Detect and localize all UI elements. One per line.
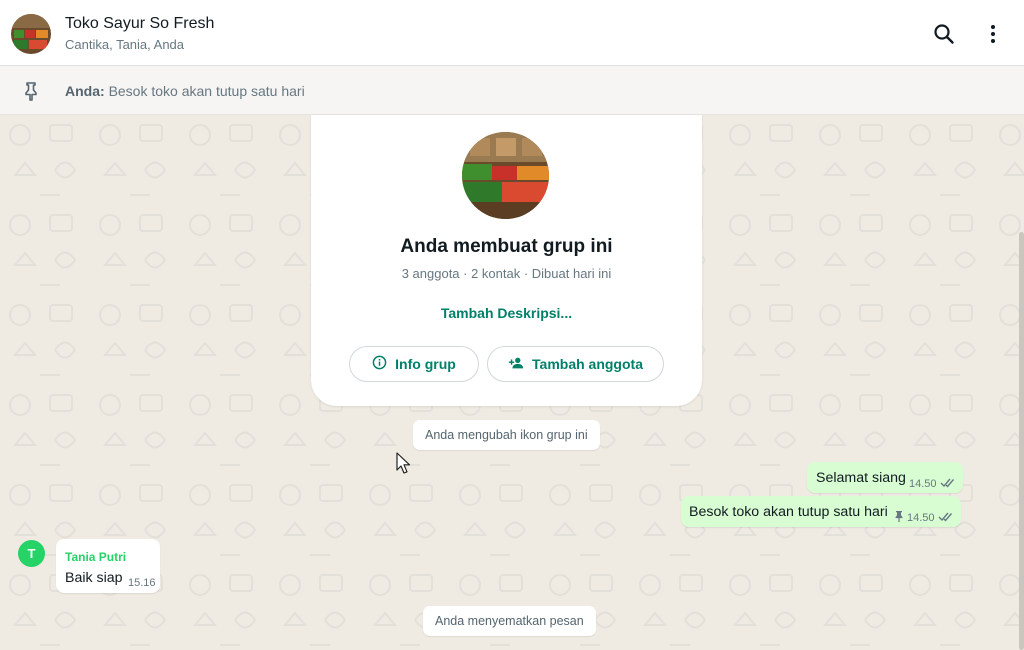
add-member-button[interactable]: Tambah anggota <box>487 346 664 382</box>
group-meta: 3 anggota · 2 kontak · Dibuat hari ini <box>401 266 612 281</box>
info-icon <box>372 355 387 373</box>
chat-scrollbar[interactable] <box>1019 232 1024 650</box>
add-description-link[interactable]: Tambah Deskripsi... <box>311 305 702 321</box>
sender-avatar[interactable]: T <box>18 540 45 567</box>
pin-icon <box>894 511 904 525</box>
search-icon[interactable] <box>932 22 956 46</box>
incoming-message[interactable]: Tania Putri Baik siap 15.16 <box>56 539 160 593</box>
chat-header: Toko Sayur So Fresh Cantika, Tania, Anda <box>0 0 1024 66</box>
double-check-icon <box>940 477 956 491</box>
group-members: Cantika, Tania, Anda <box>65 37 185 52</box>
message-text: Baik siap <box>65 570 123 586</box>
pin-icon <box>21 81 41 101</box>
group-created-title: Anda membuat grup ini <box>400 236 613 257</box>
pinned-message-bar[interactable]: Anda: Besok toko akan tutup satu hari <box>0 66 1024 115</box>
pinned-content: Besok toko akan tutup satu hari <box>108 83 305 99</box>
message-time: 15.16 <box>128 577 156 589</box>
chat-area[interactable]: Anda membuat grup ini 3 anggota · 2 kont… <box>0 115 1024 650</box>
info-group-button[interactable]: Info grup <box>349 346 479 382</box>
system-message-icon-changed: Anda mengubah ikon grup ini <box>413 420 600 450</box>
system-message-pinned: Anda menyematkan pesan <box>423 606 596 636</box>
mouse-cursor-icon <box>396 452 411 479</box>
group-created-card: Anda membuat grup ini 3 anggota · 2 kont… <box>311 115 702 406</box>
message-time: 14.50 <box>909 478 937 490</box>
pinned-author: Anda: <box>65 83 105 99</box>
group-avatar[interactable] <box>11 14 51 54</box>
add-member-label: Tambah anggota <box>532 356 643 372</box>
outgoing-message[interactable]: Selamat siang 14.50 <box>807 462 963 493</box>
message-meta: 14.50 <box>894 511 954 525</box>
double-check-icon <box>938 511 954 525</box>
group-title[interactable]: Toko Sayur So Fresh <box>65 15 214 33</box>
menu-icon[interactable] <box>981 22 1005 46</box>
sender-name[interactable]: Tania Putri <box>65 550 126 564</box>
group-photo[interactable] <box>462 132 549 219</box>
info-group-label: Info grup <box>395 356 456 372</box>
message-text: Selamat siang <box>816 470 906 486</box>
outgoing-message-pinned[interactable]: Besok toko akan tutup satu hari 14.50 <box>681 496 961 527</box>
message-text: Besok toko akan tutup satu hari <box>689 504 888 520</box>
message-time: 14.50 <box>907 512 935 524</box>
add-person-icon <box>508 356 524 373</box>
message-meta: 14.50 <box>909 477 956 491</box>
pinned-message-text: Anda: Besok toko akan tutup satu hari <box>65 83 305 99</box>
